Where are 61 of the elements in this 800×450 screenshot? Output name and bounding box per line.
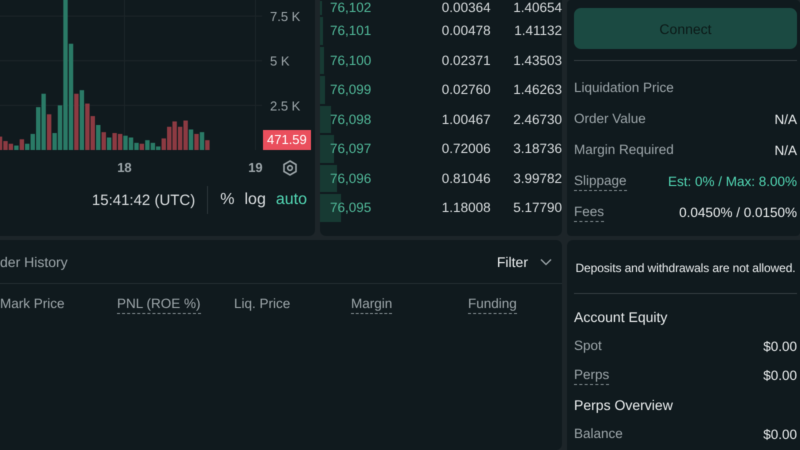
column-header: Liq. Price [234,296,290,313]
total-cell-text: 1.43503 [512,52,562,68]
axis-label: 18 [117,160,132,175]
price-cell-text: 76,097 [329,141,372,156]
field-label[interactable]: Perps [574,366,610,384]
price-cell-text: 76,101 [329,23,372,38]
field-label: Spot [574,338,602,355]
column-header: Mark Price [0,296,65,313]
total-cell-text: 1.40654 [512,0,562,15]
tab-label[interactable]: der History [0,254,68,270]
size-cell-text: 0.00364 [440,0,491,15]
field-value: $0.00 [763,368,797,383]
scale-toggle[interactable]: auto [276,191,307,209]
chevron-down-icon [540,258,552,266]
field-value: Est: 0% / Max: 8.00% [668,174,797,189]
total-cell-text: 1.41132 [513,23,562,38]
time-label: 15:41:42 (UTC) [92,192,196,208]
price-cell-text: 76,095 [329,200,372,216]
scale-toggle[interactable]: % [220,191,234,209]
total-cell-text: 1.46263 [512,82,562,98]
field-value: N/A [774,112,797,127]
field-value: N/A [774,143,797,158]
price-cell-text: 76,098 [329,112,372,127]
axis-label: 7.5 K [270,9,300,24]
size-cell-text: 0.02371 [440,52,491,68]
size-cell-text: 0.02760 [440,82,491,98]
size-cell-text: 0.72006 [440,141,491,156]
field-label: Balance [574,426,623,442]
total-cell-text: 3.18736 [512,141,562,156]
column-header: Margin [351,296,392,314]
total-cell-text: 5.17790 [512,200,562,216]
price-cell-text: 76,099 [329,82,372,98]
settings-icon[interactable] [283,160,297,176]
field-label[interactable]: Slippage [574,172,627,190]
field-label: Liquidation Price [574,80,674,97]
axis-label: 2.5 K [270,98,300,114]
size-cell-text: 1.00467 [440,112,491,127]
total-cell-text: 3.99782 [512,170,562,186]
field-label: Order Value [574,110,646,128]
axis-label: 19 [248,160,263,175]
price-cell-text: 76,102 [329,0,372,15]
notice-text: Deposits and withdrawals are not allowed. [574,260,797,275]
size-cell-text: 0.00478 [440,23,491,38]
field-value: $0.00 [763,339,797,354]
total-cell-text: 2.46730 [512,112,562,127]
field-label[interactable]: Fees [574,204,604,222]
field-value: 0.0450% / 0.0150% [679,205,797,220]
size-cell-text: 0.81046 [440,170,491,186]
column-header: PNL (ROE %) [117,296,201,314]
column-header: Funding [468,296,517,314]
size-cell-text: 1.18008 [440,200,491,216]
price-cell-text: 76,100 [329,52,372,68]
axis-label: 5 K [270,54,290,69]
current-value-tag: 471.59 [263,130,311,150]
field-value: $0.00 [763,427,797,442]
field-label: Margin Required [574,142,674,159]
section-heading: Perps Overview [574,396,674,415]
section-heading: Account Equity [574,308,668,327]
scale-toggle[interactable]: log [244,191,266,209]
price-cell-text: 76,096 [329,170,372,186]
filter-dropdown[interactable]: Filter [496,254,552,270]
